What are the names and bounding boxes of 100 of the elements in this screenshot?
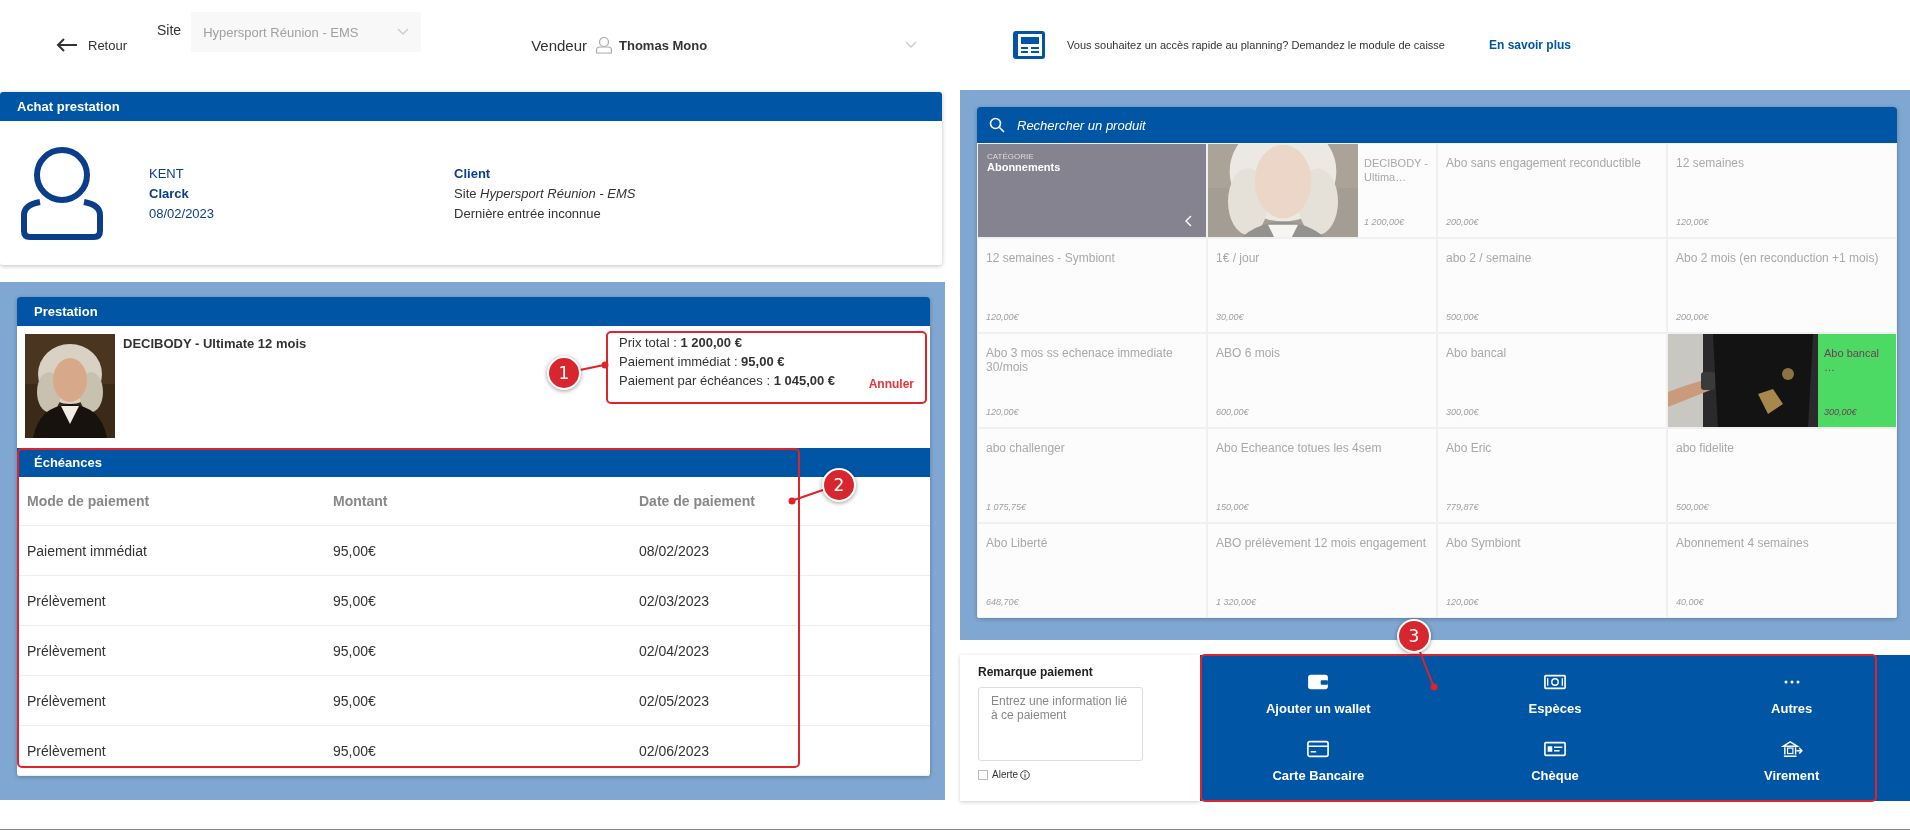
product-price: 200,00€: [1676, 312, 1710, 322]
panel-header: Achat prestation: [0, 92, 942, 121]
product-tile[interactable]: Abo Liberté 648,70€: [977, 523, 1207, 618]
product-tile[interactable]: ABO 6 mois 600,00€: [1207, 333, 1437, 428]
table-cell: Prélèvement: [17, 625, 323, 676]
price-line: Prix total : 1 200,00 €: [619, 335, 742, 350]
table-cell: 08/02/2023: [629, 525, 930, 576]
wallet-icon: [1307, 673, 1330, 691]
table-cell: 95,00€: [323, 625, 629, 676]
product-name: Abonnement 4 semaines: [1676, 536, 1810, 550]
product-price: 120,00€: [986, 312, 1020, 322]
site-label: Site: [157, 22, 182, 38]
product-tile[interactable]: Abo bancal … 300,00€: [1667, 333, 1897, 428]
product-name: abo challenger: [986, 441, 1066, 455]
product-tile[interactable]: Abonnement 4 semaines 40,00€: [1667, 523, 1897, 618]
product-tile[interactable]: Abo Eric 779,87€: [1437, 428, 1667, 523]
chevron-left-icon: [1184, 215, 1192, 227]
chevron-down-icon: [905, 41, 918, 49]
payment-method-button[interactable]: Virement: [1673, 728, 1910, 795]
payment-method-button[interactable]: Chèque: [1436, 728, 1674, 795]
seller-label: Vendeur: [531, 36, 588, 54]
remark-field[interactable]: Entrez une information lié à ce paiement: [978, 687, 1143, 761]
product-name: Abo Symbiont: [1446, 536, 1522, 550]
customer-status: Client: [454, 165, 492, 181]
product-price: 200,00€: [1446, 217, 1480, 227]
user-icon: [595, 36, 614, 54]
product-tile[interactable]: Abo 2 mois (en reconduction +1 mois) 200,00€: [1667, 238, 1897, 333]
leader-line: [579, 361, 609, 371]
product-tile[interactable]: 12 semaines - Symbiont 120,00€: [977, 238, 1207, 333]
seller-dropdown[interactable]: Thomas Mono: [587, 36, 918, 54]
site-dropdown[interactable]: Hypersport Réunion - EMS: [191, 12, 422, 52]
product-tile[interactable]: ABO prélèvement 12 mois engagement 1 320,00€: [1207, 523, 1437, 618]
product-price: 120,00€: [986, 407, 1020, 417]
payment-method-button[interactable]: Espèces: [1436, 661, 1674, 728]
product-tile[interactable]: abo challenger 1 075,75€: [977, 428, 1207, 523]
product-tile[interactable]: abo fidelite 500,00€: [1667, 428, 1897, 523]
product-tile[interactable]: Abo bancal 300,00€: [1437, 333, 1667, 428]
product-name: Abo 2 mois (en reconduction +1 mois): [1676, 251, 1880, 265]
banknote-icon: [1544, 673, 1566, 691]
customer-first-name: Clarck: [149, 185, 190, 201]
annotation-marker: 3: [1397, 619, 1431, 653]
product-price: 1 075,75€: [986, 502, 1028, 512]
product-name: Abo 3 mos ss echenace immediate 30/mois: [986, 346, 1174, 374]
category-tile[interactable]: CATÉGORIE Abonnements: [977, 143, 1207, 238]
alert-checkbox[interactable]: [978, 769, 988, 780]
back-button[interactable]: Retour: [52, 33, 132, 57]
category-name: Abonnements: [987, 161, 1062, 173]
product-price: 150,00€: [1216, 502, 1250, 512]
table-cell: Paiement immédiat: [17, 525, 323, 576]
product-name: 12 semaines - Symbiont: [986, 251, 1116, 265]
category-label: CATÉGORIE: [987, 152, 1035, 161]
customer-date: 08/02/2023: [149, 205, 215, 221]
avatar-icon: [20, 145, 104, 241]
last-entry-text: Dernière entrée inconnue: [454, 205, 602, 221]
product-tile[interactable]: 12 semaines 120,00€: [1667, 143, 1897, 238]
payment-method-button[interactable]: Autres: [1673, 661, 1910, 728]
product-price: 300,00€: [1446, 407, 1480, 417]
product-tile[interactable]: Abo Symbiont 120,00€: [1437, 523, 1667, 618]
table-cell: Prélèvement: [17, 675, 323, 726]
product-name: DECIBODY - Ultima…: [1364, 156, 1429, 184]
table-cell: Prélèvement: [17, 725, 323, 776]
customer-site: Site Hypersport Réunion - EMS: [454, 185, 636, 201]
product-price: 648,70€: [986, 597, 1020, 607]
product-title: DECIBODY - Ultimate 12 mois: [123, 336, 307, 353]
product-tile[interactable]: abo 2 / semaine 500,00€: [1437, 238, 1667, 333]
table-cell: 02/06/2023: [629, 725, 930, 776]
product-price: 40,00€: [1676, 597, 1705, 607]
product-price: 779,87€: [1446, 502, 1480, 512]
product-name: Abo Eric: [1446, 441, 1493, 455]
section-header: Échéances: [17, 448, 930, 477]
product-tile[interactable]: Abo Echeance totues les 4sem 150,00€: [1207, 428, 1437, 523]
cancel-link[interactable]: Annuler: [868, 377, 914, 391]
product-price: 500,00€: [1676, 502, 1710, 512]
product-tile[interactable]: Abo sans engagement reconductible 200,00€: [1437, 143, 1667, 238]
customer-last-name: KENT: [149, 165, 185, 181]
learn-more-link[interactable]: En savoir plus: [1488, 38, 1571, 52]
product-price: 1 320,00€: [1216, 597, 1258, 607]
chevron-down-icon: [397, 28, 410, 36]
bank-transfer-icon: [1780, 740, 1803, 758]
payment-method-button[interactable]: Ajouter un wallet: [1200, 661, 1437, 728]
leader-line: [1419, 651, 1438, 691]
product-tile[interactable]: 1€ / jour 30,00€: [1207, 238, 1437, 333]
remark-label: Remarque paiement: [978, 665, 1094, 679]
product-tile[interactable]: Abo 3 mos ss echenace immediate 30/mois 120,00€: [977, 333, 1207, 428]
newspaper-icon: [1013, 31, 1046, 59]
product-name: Abo sans engagement reconductible: [1446, 156, 1642, 170]
more-icon: [1783, 680, 1800, 684]
table-cell: 02/05/2023: [629, 675, 930, 726]
product-price: 120,00€: [1676, 217, 1710, 227]
product-name: ABO 6 mois: [1216, 346, 1282, 360]
payment-method-button[interactable]: Carte Bancaire: [1200, 728, 1437, 795]
search-field[interactable]: Rechercher un produit: [1015, 116, 1319, 134]
product-price: 600,00€: [1216, 407, 1250, 417]
product-price: 30,00€: [1216, 312, 1245, 322]
table-cell: Prélèvement: [17, 575, 323, 626]
table-cell: 95,00€: [323, 575, 629, 626]
table-cell: 95,00€: [323, 525, 629, 576]
product-price: 300,00€: [1824, 407, 1858, 417]
product-price: 1 200,00€: [1364, 217, 1406, 227]
product-tile[interactable]: DECIBODY - Ultima… 1 200,00€: [1207, 143, 1437, 238]
